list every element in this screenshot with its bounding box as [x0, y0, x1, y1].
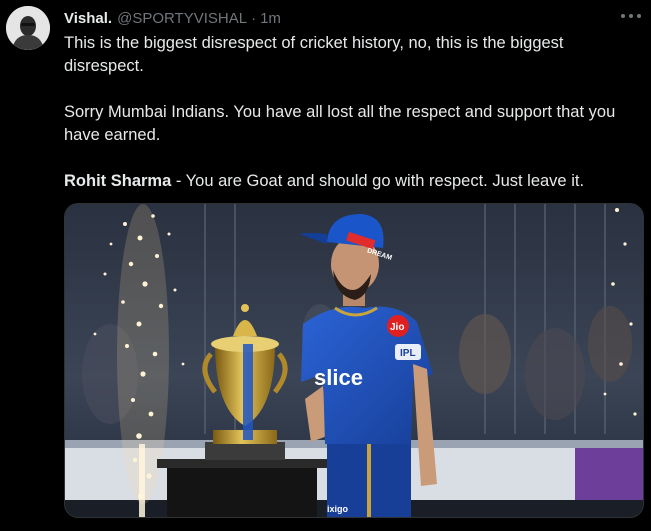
stadium-photo: DREAM slice Jio IPL ixigo: [65, 204, 643, 517]
author-handle[interactable]: @SPORTYVISHAL: [117, 10, 247, 27]
tweet-paragraph-3-text: - You are Goat and should go with respec…: [171, 172, 585, 190]
author-name[interactable]: Vishal.: [64, 10, 112, 27]
tweet-paragraph-1: This is the biggest disrespect of cricke…: [64, 34, 564, 75]
pants-sponsor-text: ixigo: [327, 504, 349, 514]
avatar-image: [6, 6, 50, 50]
more-horizontal-icon[interactable]: [621, 8, 641, 24]
tweet-card[interactable]: Vishal. @SPORTYVISHAL · 1m This is the b…: [0, 0, 651, 531]
separator-dot: ·: [251, 9, 257, 27]
chest-badge-text: Jio: [390, 322, 404, 333]
tweet-paragraph-3: Rohit Sharma - You are Goat and should g…: [64, 170, 634, 193]
tweet-header: Vishal. @SPORTYVISHAL · 1m: [64, 8, 643, 28]
tweet-photo[interactable]: DREAM slice Jio IPL ixigo: [64, 203, 644, 518]
tweet-paragraph-2: Sorry Mumbai Indians. You have all lost …: [64, 103, 616, 144]
avatar[interactable]: [6, 6, 50, 50]
jersey-sponsor-text: slice: [314, 365, 363, 390]
tweet-text: This is the biggest disrespect of cricke…: [64, 32, 634, 193]
tweet-timestamp[interactable]: 1m: [260, 10, 281, 27]
sleeve-badge-text: IPL: [400, 348, 416, 359]
mentioned-name: Rohit Sharma: [64, 172, 172, 190]
